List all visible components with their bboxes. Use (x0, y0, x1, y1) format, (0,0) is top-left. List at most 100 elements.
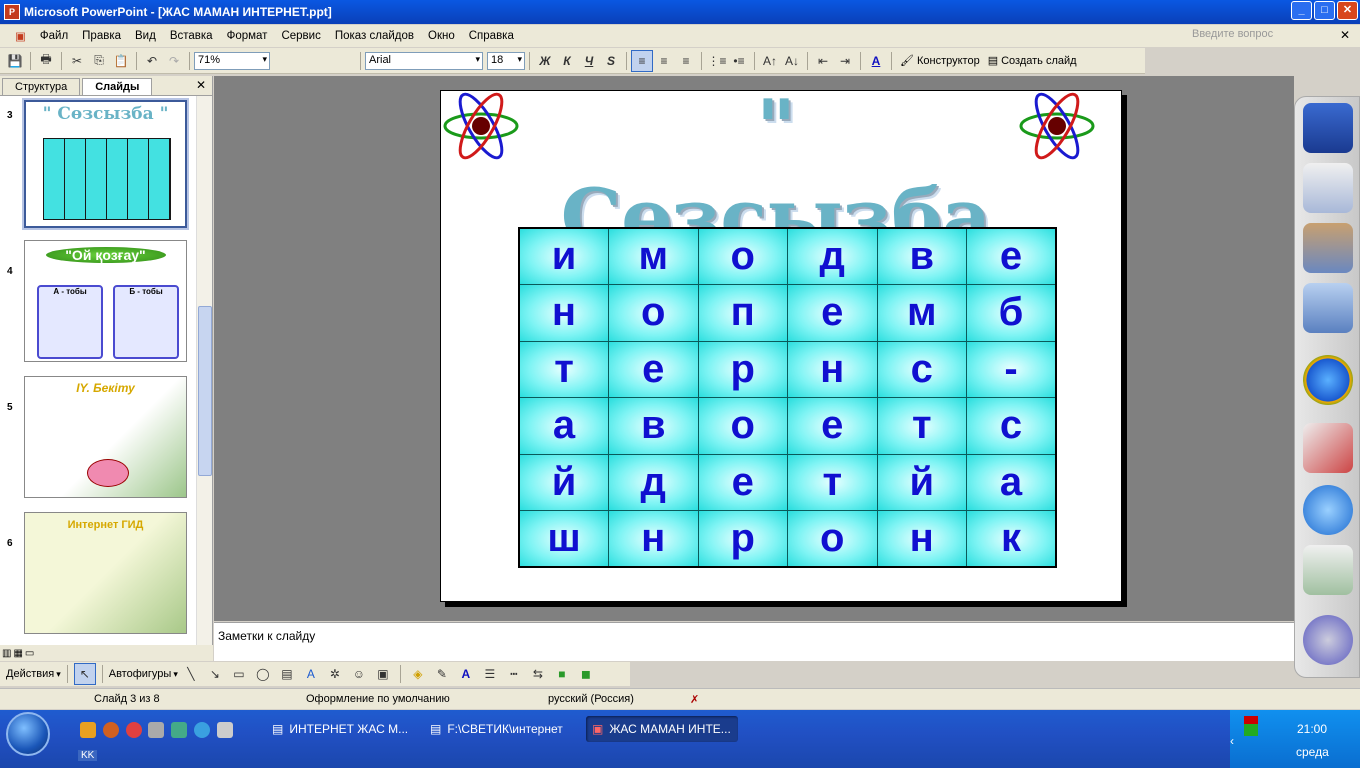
minimize-button[interactable]: _ (1291, 1, 1312, 20)
ie-icon[interactable] (194, 722, 210, 738)
recycle-bin-icon[interactable] (1303, 545, 1353, 595)
rectangle-icon[interactable]: ▭ (228, 663, 250, 685)
decrease-indent-icon[interactable]: ⇤ (812, 50, 834, 72)
close-button[interactable]: ✕ (1337, 1, 1358, 20)
paste-icon[interactable]: 📋 (110, 50, 132, 72)
internet-explorer-icon[interactable] (1303, 485, 1353, 535)
crossword-cell[interactable]: к (966, 510, 1057, 568)
print-icon[interactable]: 🖶 (35, 50, 57, 72)
crossword-cell[interactable]: - (966, 340, 1057, 398)
bullets-icon[interactable]: •≡ (728, 50, 750, 72)
redo-icon[interactable]: ↷ (163, 50, 185, 72)
mail-envelope-icon[interactable] (1303, 423, 1353, 473)
crossword-cell[interactable]: п (697, 284, 788, 342)
computer-icon[interactable] (1303, 103, 1353, 153)
maximize-button[interactable]: □ (1314, 1, 1335, 20)
menu-help[interactable]: Справка (462, 30, 521, 42)
increase-indent-icon[interactable]: ⇥ (834, 50, 856, 72)
clipart-icon[interactable]: ☺ (348, 663, 370, 685)
italic-button[interactable]: К (556, 50, 578, 72)
crossword-cell[interactable]: а (966, 453, 1057, 511)
sorter-view-icon[interactable]: ▦ (13, 648, 22, 659)
menu-file[interactable]: Файл (33, 30, 75, 42)
new-slide-button[interactable]: ▤ Создать слайд (984, 54, 1081, 68)
crossword-cell[interactable]: р (697, 510, 788, 568)
designer-button[interactable]: 🖌 Конструктор (896, 54, 984, 68)
line-style-icon[interactable]: ☰ (479, 663, 501, 685)
crossword-cell[interactable]: о (787, 510, 878, 568)
select-pointer-icon[interactable]: ↖ (73, 663, 96, 685)
underline-button[interactable]: Ч (578, 50, 600, 72)
line-icon[interactable]: ╲ (180, 663, 202, 685)
crossword-cell[interactable]: т (787, 453, 878, 511)
diagram-icon[interactable]: ✲ (324, 663, 346, 685)
bold-button[interactable]: Ж (534, 50, 556, 72)
crossword-cell[interactable]: в (876, 227, 967, 285)
slideshow-view-icon[interactable]: ▭ (25, 648, 34, 659)
crossword-cell[interactable]: д (608, 453, 699, 511)
crossword-cell[interactable]: н (608, 510, 699, 568)
crossword-cell[interactable]: м (608, 227, 699, 285)
cut-icon[interactable]: ✂ (66, 50, 88, 72)
text-color-icon[interactable]: A (455, 663, 477, 685)
crossword-cell[interactable]: о (697, 227, 788, 285)
crossword-cell[interactable]: е (787, 284, 878, 342)
doc-close-icon[interactable]: ✕ (1340, 28, 1350, 42)
menu-insert[interactable]: Вставка (163, 30, 220, 42)
task-powerpoint[interactable]: ▣ ЖАС МАМАН ИНТЕ... (586, 716, 738, 742)
slide-thumbnail-4[interactable]: "Ой қозғау" А - тобы Б - тобы (24, 240, 187, 362)
autoshapes-menu[interactable]: Автофигуры (109, 668, 172, 680)
dash-style-icon[interactable]: ┅ (503, 663, 525, 685)
slide-thumbnail-3[interactable]: " Сөзсызба " (22, 98, 189, 230)
menu-view[interactable]: Вид (128, 30, 163, 42)
crossword-cell[interactable]: т (876, 397, 967, 455)
crossword-cell[interactable]: м (876, 284, 967, 342)
crossword-cell[interactable]: й (518, 453, 609, 511)
arrow-icon[interactable]: ↘ (204, 663, 226, 685)
panel-close-icon[interactable]: ✕ (196, 78, 206, 92)
grow-font-icon[interactable]: A↑ (759, 50, 781, 72)
doc-icon[interactable]: ▣ (8, 29, 33, 43)
crossword-cell[interactable]: д (787, 227, 878, 285)
menu-edit[interactable]: Правка (75, 30, 128, 42)
shrink-font-icon[interactable]: A↓ (781, 50, 803, 72)
crossword-cell[interactable]: в (608, 397, 699, 455)
crossword-cell[interactable]: т (518, 340, 609, 398)
crossword-cell[interactable]: е (608, 340, 699, 398)
window-icon[interactable] (217, 722, 233, 738)
documents-icon[interactable] (1303, 163, 1353, 213)
quicklaunch-icon[interactable] (80, 722, 96, 738)
slides-scrollbar[interactable] (196, 96, 212, 651)
shadow-button[interactable]: S (600, 50, 622, 72)
crossword-cell[interactable]: н (876, 510, 967, 568)
antivirus-icon[interactable] (1244, 716, 1258, 736)
tab-outline[interactable]: Структура (2, 78, 81, 95)
crossword-cell[interactable]: с (966, 397, 1057, 455)
zoom-select[interactable]: 71% (194, 51, 270, 70)
tab-slides[interactable]: Слайды (82, 78, 153, 95)
font-color-icon[interactable]: A (865, 50, 887, 72)
menu-slideshow[interactable]: Показ слайдов (328, 30, 421, 42)
actions-menu[interactable]: Действия (6, 668, 54, 680)
scrollbar-thumb[interactable] (198, 306, 212, 476)
undo-icon[interactable]: ↶ (141, 50, 163, 72)
task-word-doc[interactable]: ▤ ИНТЕРНЕТ ЖАС М... (266, 716, 416, 742)
font-select[interactable]: Arial (365, 51, 483, 70)
cube-icon[interactable] (148, 722, 164, 738)
menu-tools[interactable]: Сервис (274, 30, 327, 42)
clock-time[interactable]: 21:00 (1297, 722, 1327, 736)
copy-icon[interactable]: ⎘ (88, 50, 110, 72)
tool-icon[interactable] (171, 722, 187, 738)
crossword-cell[interactable]: й (876, 453, 967, 511)
crossword-cell[interactable]: н (787, 340, 878, 398)
spellcheck-icon[interactable]: ✗ (690, 693, 699, 706)
tray-expand-icon[interactable]: ‹ (1230, 734, 1234, 748)
crossword-cell[interactable]: е (697, 453, 788, 511)
browser-icon[interactable] (126, 722, 142, 738)
wordart-icon[interactable]: A (300, 663, 322, 685)
slide-thumbnail-6[interactable]: Интернет ГИД (24, 512, 187, 634)
textbox-icon[interactable]: ▤ (276, 663, 298, 685)
crossword-cell[interactable]: н (518, 284, 609, 342)
pictures-icon[interactable] (1303, 223, 1353, 273)
normal-view-icon[interactable]: ▥ (2, 648, 11, 659)
